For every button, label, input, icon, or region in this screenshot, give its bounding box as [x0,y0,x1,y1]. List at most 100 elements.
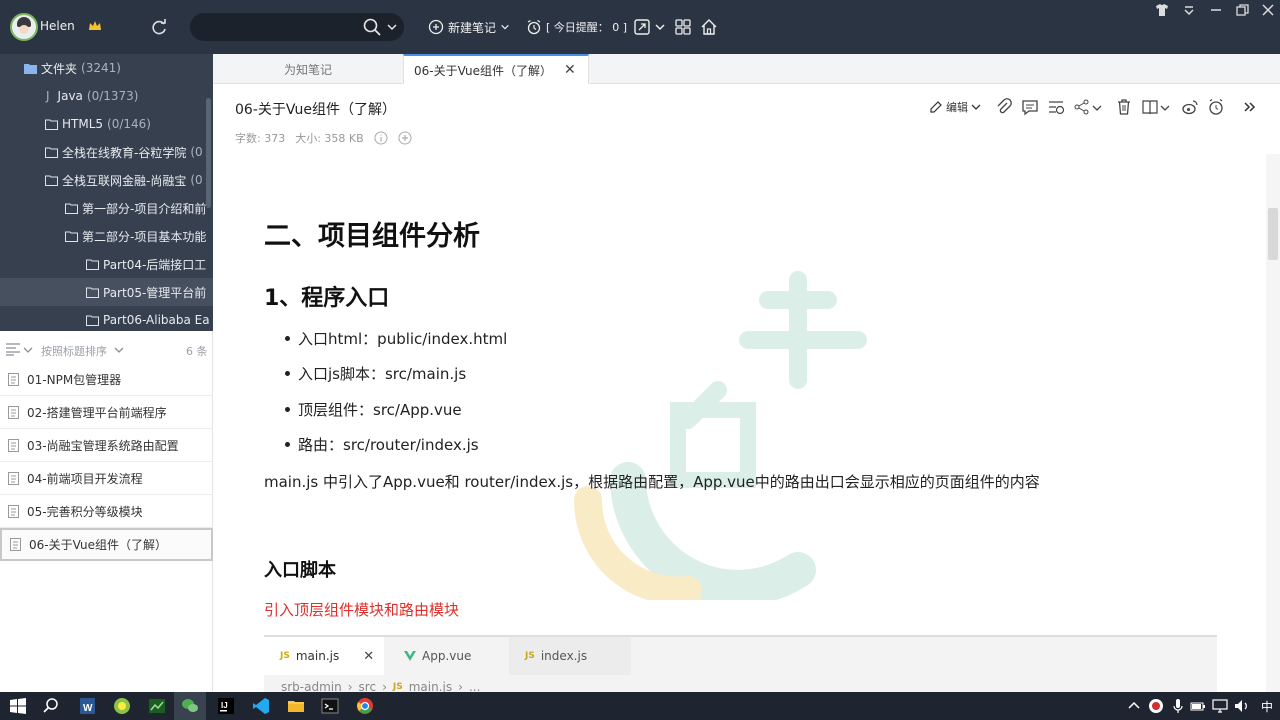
username[interactable]: Helen [40,19,75,33]
crumb: ... [468,680,481,692]
user-avatar[interactable] [10,13,38,41]
tray-app-icon[interactable] [1146,696,1166,716]
chevron-down-icon[interactable] [1091,98,1103,116]
note-list-item[interactable]: 01-NPM包管理器 [0,363,213,396]
new-note-button[interactable]: 新建笔记 [428,17,510,37]
reading-mode-icon[interactable] [1141,98,1159,116]
alarm-clock-icon[interactable] [1207,98,1225,116]
sort-bar: 按照标题排序 6 条 [0,331,213,365]
microphone-icon[interactable] [1168,696,1188,716]
volume-icon[interactable] [1232,696,1252,716]
windows-start-icon[interactable] [8,696,28,716]
folder-icon [86,259,99,270]
note-header: 06-关于Vue组件（了解） 字数: 373 大小: 358 KB 编辑 [213,84,1280,154]
network-icon[interactable] [1210,696,1230,716]
note-list-item[interactable]: 02-搭建管理平台前端程序 [0,396,213,429]
crown-icon[interactable] [87,18,103,34]
file-explorer-icon[interactable] [286,696,306,716]
tree-item-part04[interactable]: Part04-后端接口工 [0,250,213,278]
tree-item-part1[interactable]: 第一部分-项目介绍和前 [0,194,213,222]
folder-icon [86,315,99,326]
chrome-icon[interactable] [355,696,375,716]
home-icon[interactable] [699,17,719,37]
ime-indicator[interactable]: 中 [1261,698,1273,715]
app-icon-chart[interactable] [147,696,167,716]
chevron-down-icon[interactable] [114,346,124,354]
expand-icon[interactable] [632,17,652,37]
app-icon-circle[interactable] [112,696,132,716]
chevron-down-icon[interactable] [386,21,398,33]
comment-icon[interactable] [1021,98,1039,116]
wechat-icon[interactable] [180,696,200,716]
close-icon[interactable]: ✕ [564,62,576,78]
tree-label: 第一部分-项目介绍和前 [82,201,207,216]
note-content[interactable]: 二、项目组件分析 1、程序入口 入口html：public/index.html… [213,154,1266,692]
note-title: 01-NPM包管理器 [27,372,122,387]
note-title-heading[interactable]: 06-关于Vue组件（了解） [235,99,396,119]
chevron-down-icon[interactable] [23,346,33,354]
vue-file-icon [404,651,416,661]
windows-taskbar: W IJ 中 [0,692,1280,720]
note-list-item[interactable]: 04-前端项目开发流程 [0,462,213,495]
edit-button[interactable]: 编辑 [929,99,981,115]
tree-count: (0 [190,145,203,159]
chevron-right-icon: › [382,680,387,692]
add-tag-icon[interactable] [398,131,412,145]
crumb: src [358,680,377,692]
tree-item-java[interactable]: J Java (0/1373) [0,82,213,110]
tree-item-root[interactable]: 文件夹 (3241) [0,54,213,82]
menu-icon[interactable] [1179,2,1199,18]
grid-icon[interactable] [673,17,693,37]
info-icon[interactable] [374,131,388,145]
document-icon [8,405,19,419]
terminal-icon[interactable] [320,696,340,716]
js-file-icon: JS [280,651,290,661]
folder-tree: 文件夹 (3241) J Java (0/1373) HTML5 (0/146) 全栈… [0,54,213,331]
battery-icon[interactable] [1188,696,1208,716]
note-list-item-active[interactable]: 06-关于Vue组件（了解） [0,528,213,561]
folder-icon [45,175,58,186]
search-input[interactable] [202,17,352,37]
tree-item-guli[interactable]: 全栈在线教育-谷粒学院 (0 [0,138,213,166]
content-scrollbar[interactable] [1266,154,1280,692]
minimize-icon[interactable] [1206,2,1226,18]
weibo-icon[interactable] [1181,98,1199,116]
double-chevron-right-icon[interactable] [1241,98,1259,116]
scrollbar-thumb[interactable] [1268,208,1278,260]
chevron-right-icon: › [458,680,463,692]
chevron-up-icon[interactable] [1124,696,1144,716]
tree-item-part2[interactable]: 第二部分-项目基本功能 [0,222,213,250]
tree-item-html5[interactable]: HTML5 (0/146) [0,110,213,138]
vscode-icon[interactable] [251,696,271,716]
search-icon[interactable] [41,696,61,716]
code-breadcrumb: srb-admin › src › JS main.js › ... [281,680,480,692]
chevron-down-icon[interactable] [654,17,666,37]
sync-icon[interactable] [150,18,168,36]
note-list-item[interactable]: 05-完善积分等级模块 [0,495,213,528]
document-icon [8,471,19,485]
search-icon[interactable] [362,17,382,37]
list-icon[interactable] [5,342,21,356]
code-tab-app-vue: App.vue [386,637,506,675]
intellij-icon[interactable]: IJ [216,696,236,716]
attachment-icon[interactable] [995,98,1013,116]
tree-item-part06[interactable]: Part06-Alibaba Ea [0,306,213,331]
history-icon[interactable] [1047,98,1065,116]
bullet-item: 入口js脚本：src/main.js [285,363,466,384]
tree-item-part05[interactable]: Part05-管理平台前 [0,278,213,306]
share-icon[interactable] [1073,98,1091,116]
trash-icon[interactable] [1115,98,1133,116]
tab-wiznote[interactable]: 为知笔记 [213,54,403,84]
restore-icon[interactable] [1232,2,1252,18]
tree-item-srb[interactable]: 全栈互联网金融-尚融宝 (0 [0,166,213,194]
note-list-item[interactable]: 03-尚融宝管理系统路由配置 [0,429,213,462]
tab-current-note[interactable]: 06-关于Vue组件（了解） ✕ [403,54,589,84]
reminder-button[interactable]: [ 今日提醒： 0 ] [526,17,627,37]
close-icon[interactable] [1258,2,1278,18]
sort-label[interactable]: 按照标题排序 [41,343,107,359]
chevron-down-icon[interactable] [1159,98,1171,116]
bullet-item: 入口html：public/index.html [285,328,507,349]
word-icon[interactable]: W [77,696,97,716]
tree-scrollbar[interactable] [206,98,211,208]
skin-icon[interactable] [1152,2,1172,18]
